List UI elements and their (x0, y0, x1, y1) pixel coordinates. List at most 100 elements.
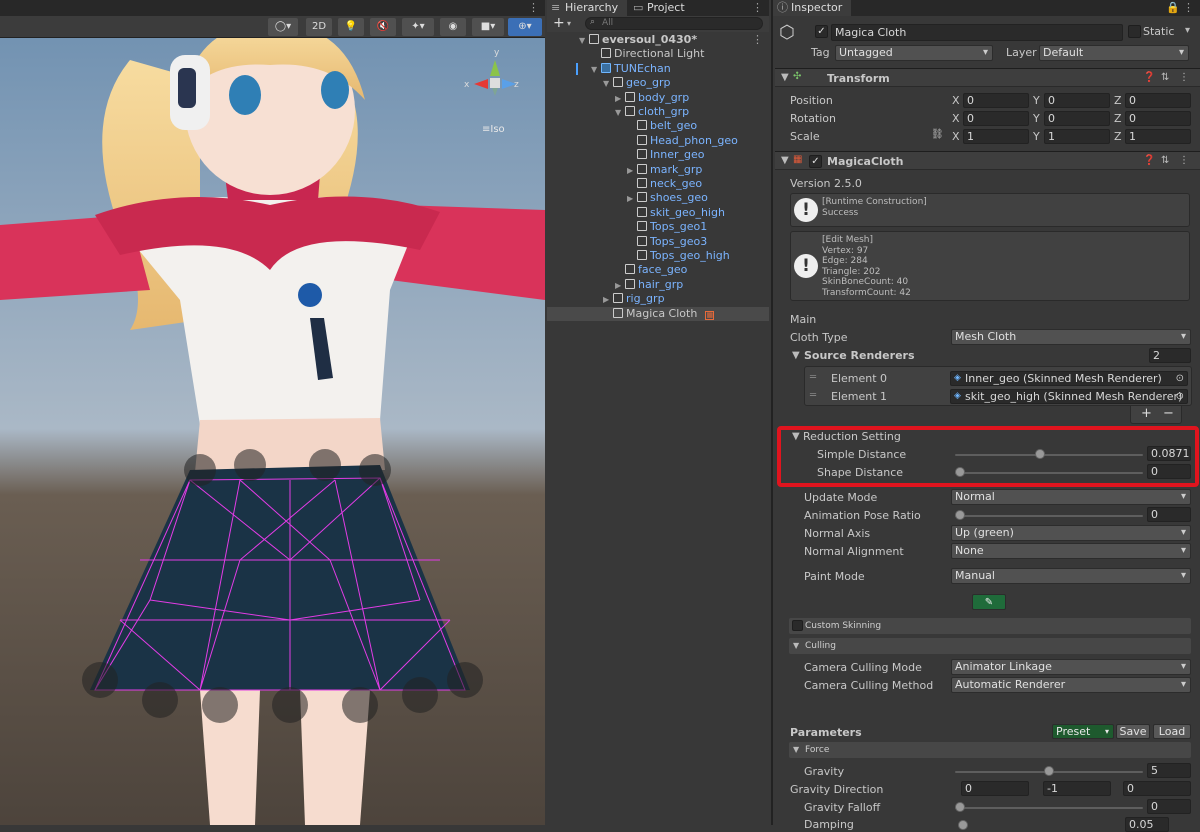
add-dropdown-icon[interactable]: ▾ (567, 19, 571, 28)
hierarchy-item[interactable]: belt_geo (547, 119, 769, 133)
hierarchy-item[interactable]: Tops_geo1 (547, 220, 769, 234)
normal-axis-dropdown[interactable]: Up (green) (951, 525, 1191, 541)
normal-alignment-dropdown[interactable]: None (951, 543, 1191, 559)
effects-icon[interactable]: ✦▾ (402, 18, 434, 36)
tab-hierarchy[interactable]: ≡ Hierarchy (547, 0, 627, 16)
hierarchy-item[interactable]: ▼ geo_grp (547, 76, 769, 90)
transform-z-field[interactable]: 0 (1125, 111, 1191, 126)
foldout-icon[interactable]: ▼ (781, 72, 789, 83)
drag-handle-icon[interactable]: ═ (810, 390, 816, 401)
gravity-falloff-track[interactable] (955, 807, 1143, 809)
lock-icon[interactable]: 🔒 (1166, 1, 1180, 14)
audio-icon[interactable]: 🔇 (370, 18, 396, 36)
object-field[interactable]: ◈ Inner_geo (Skinned Mesh Renderer) ⊙ (950, 371, 1188, 386)
more-icon[interactable]: ⋮ (528, 1, 539, 14)
gravity-slider[interactable] (1044, 766, 1054, 776)
transform-y-field[interactable]: 1 (1044, 129, 1110, 144)
mode-2d-button[interactable]: 2D (306, 18, 332, 36)
gravity-dir-y-field[interactable]: -1 (1043, 781, 1111, 796)
hierarchy-item[interactable]: ▶ rig_grp (547, 292, 769, 306)
object-name-field[interactable]: Magica Cloth (831, 24, 1123, 41)
transform-x-field[interactable]: 1 (963, 129, 1029, 144)
object-field[interactable]: ◈ skit_geo_high (Skinned Mesh Renderer) ⊙ (950, 389, 1188, 404)
hierarchy-item[interactable]: ▶ shoes_geo (547, 191, 769, 205)
hierarchy-item[interactable]: ▶ body_grp (547, 91, 769, 105)
hierarchy-item[interactable]: Tops_geo_high (547, 249, 769, 263)
foldout-icon[interactable]: ▼ (793, 742, 799, 758)
object-picker-icon[interactable]: ⊙ (1176, 372, 1184, 385)
shape-distance-field[interactable]: 0 (1147, 464, 1191, 479)
gizmos-icon[interactable]: ⊕▾ (508, 18, 542, 36)
tab-inspector[interactable]: ⓘ Inspector (773, 0, 851, 16)
save-button[interactable]: Save (1116, 724, 1150, 739)
camera-culling-mode-dropdown[interactable]: Animator Linkage (951, 659, 1191, 675)
static-checkbox[interactable] (1128, 25, 1141, 38)
hierarchy-item[interactable]: Tops_geo3 (547, 235, 769, 249)
foldout-icon[interactable]: ▼ (793, 638, 799, 654)
foldout-expanded-icon[interactable]: ▼ (615, 106, 625, 120)
layer-dropdown[interactable]: Default (1039, 45, 1189, 61)
foldout-collapsed-icon[interactable]: ▶ (615, 279, 625, 293)
gravity-dir-z-field[interactable]: 0 (1123, 781, 1191, 796)
force-foldout[interactable]: ▼ Force (789, 742, 1191, 758)
static-dropdown-icon[interactable]: ▾ (1185, 25, 1190, 36)
gravity-falloff-field[interactable]: 0 (1147, 799, 1191, 814)
more-icon[interactable]: ⋮ (752, 1, 763, 14)
anim-pose-field[interactable]: 0 (1147, 507, 1191, 522)
tag-dropdown[interactable]: Untagged (835, 45, 993, 61)
help-icon[interactable]: ❓ (1143, 72, 1155, 83)
foldout-icon[interactable]: ▼ (792, 431, 800, 442)
add-element-button[interactable]: + (1141, 406, 1152, 421)
hierarchy-item[interactable]: Magica Cloth ▦ (547, 306, 769, 321)
object-picker-icon[interactable]: ⊙ (1176, 390, 1184, 403)
projection-label[interactable]: ≡Iso (482, 124, 505, 135)
gravity-field[interactable]: 5 (1147, 763, 1191, 778)
transform-y-field[interactable]: 0 (1044, 111, 1110, 126)
hierarchy-item[interactable]: ▼ TUNEchan (547, 62, 769, 76)
camera-culling-method-dropdown[interactable]: Automatic Renderer (951, 677, 1191, 693)
preset-icon[interactable]: ⇅ (1161, 155, 1169, 166)
foldout-collapsed-icon[interactable]: ▶ (627, 164, 637, 178)
damping-slider[interactable] (958, 820, 968, 830)
foldout-collapsed-icon[interactable]: ▶ (615, 92, 625, 106)
transform-z-field[interactable]: 0 (1125, 93, 1191, 108)
hierarchy-item[interactable]: ▼ eversoul_0430* ⋮ (547, 33, 769, 47)
hierarchy-item[interactable]: skit_geo_high (547, 206, 769, 220)
preset-button[interactable]: Preset ▾ (1052, 724, 1114, 739)
foldout-expanded-icon[interactable]: ▼ (603, 77, 613, 91)
source-renderers-count[interactable]: 2 (1149, 348, 1191, 363)
orientation-gizmo[interactable]: y x z ≡Iso (462, 48, 522, 135)
preset-icon[interactable]: ⇅ (1161, 72, 1169, 83)
component-enabled-checkbox[interactable]: ✓ (809, 155, 822, 168)
foldout-collapsed-icon[interactable]: ▶ (603, 293, 613, 307)
transform-x-field[interactable]: 0 (963, 93, 1029, 108)
simple-distance-field[interactable]: 0.0871 (1147, 446, 1191, 461)
hierarchy-item[interactable]: Head_phon_geo (547, 134, 769, 148)
more-icon[interactable]: ⋮ (1179, 72, 1189, 83)
hierarchy-item[interactable]: neck_geo (547, 177, 769, 191)
scene-view[interactable]: ⋮ ◯▾ 2D 💡 🔇 ✦▾ ◉ ■▾ ⊕▾ y x z ≡Iso (0, 0, 545, 825)
paint-mode-dropdown[interactable]: Manual (951, 568, 1191, 584)
simple-distance-track[interactable] (955, 454, 1143, 456)
magicacloth-header[interactable]: ▼ ▦ ✓ MagicaCloth ❓ ⇅ ⋮ (775, 151, 1200, 170)
shading-mode-icon[interactable]: ◯▾ (268, 18, 298, 36)
gravity-dir-x-field[interactable]: 0 (961, 781, 1029, 796)
add-button[interactable]: + (553, 16, 565, 31)
help-icon[interactable]: ❓ (1143, 155, 1155, 166)
hierarchy-item[interactable]: ▶ mark_grp (547, 163, 769, 177)
hierarchy-item[interactable]: Inner_geo (547, 148, 769, 162)
search-input[interactable]: ⌕ All (585, 17, 763, 30)
hierarchy-item[interactable]: face_geo (547, 263, 769, 277)
anim-pose-track[interactable] (955, 515, 1143, 517)
anim-pose-slider[interactable] (955, 510, 965, 520)
transform-y-field[interactable]: 0 (1044, 93, 1110, 108)
shape-distance-track[interactable] (955, 472, 1143, 474)
hierarchy-item[interactable]: ▶ hair_grp (547, 278, 769, 292)
foldout-collapsed-icon[interactable]: ▶ (627, 192, 637, 206)
foldout-expanded-icon[interactable]: ▼ (579, 34, 589, 48)
transform-x-field[interactable]: 0 (963, 111, 1029, 126)
lighting-icon[interactable]: 💡 (338, 18, 364, 36)
custom-skinning-foldout[interactable]: Custom Skinning (789, 618, 1191, 634)
transform-z-field[interactable]: 1 (1125, 129, 1191, 144)
load-button[interactable]: Load (1153, 724, 1191, 739)
